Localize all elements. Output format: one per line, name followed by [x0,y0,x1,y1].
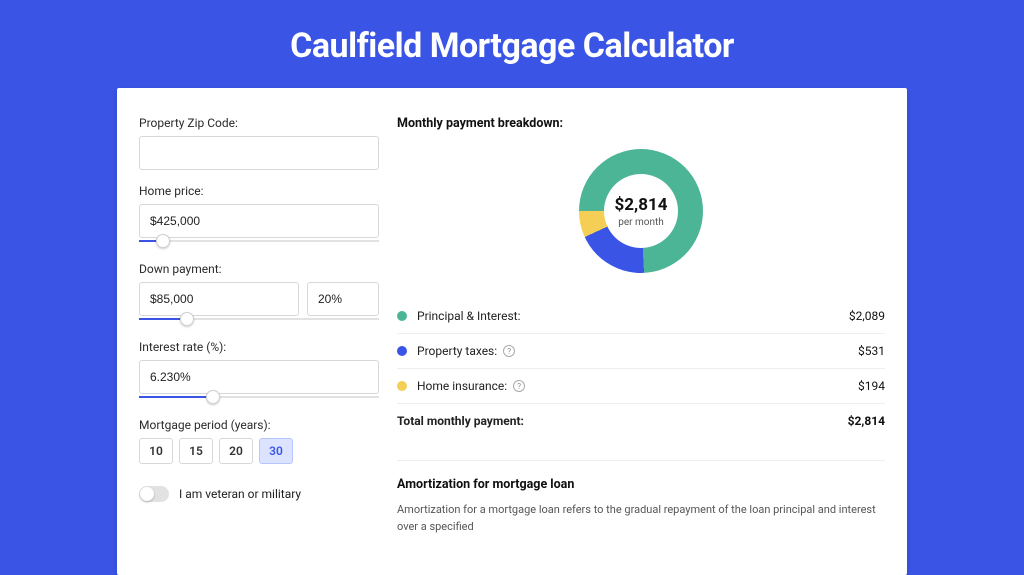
legend-dot [397,346,407,356]
total-value: $2,814 [848,414,885,428]
veteran-row: I am veteran or military [139,486,379,502]
breakdown-value: $194 [858,379,885,393]
period-label: Mortgage period (years): [139,418,379,432]
page-title: Caulfield Mortgage Calculator [0,0,1024,88]
interest-field: Interest rate (%): [139,340,379,404]
slider-thumb[interactable] [156,234,170,248]
zip-input[interactable] [139,136,379,170]
form-panel: Property Zip Code: Home price: Down paym… [139,116,379,535]
veteran-toggle[interactable] [139,486,169,502]
breakdown-label: Property taxes:? [417,344,858,358]
slider-line [139,240,379,242]
breakdown-row: Principal & Interest: $2,089 [397,299,885,333]
breakdown-value: $2,089 [849,309,885,323]
donut-center: $2,814 per month [604,174,678,248]
home-price-input[interactable] [139,204,379,238]
breakdown-title: Monthly payment breakdown: [397,116,885,131]
breakdown-row: Property taxes:?$531 [397,333,885,368]
legend-dot [397,311,407,321]
period-button-15[interactable]: 15 [179,438,213,464]
amortization-title: Amortization for mortgage loan [397,477,885,492]
help-icon[interactable]: ? [513,380,525,392]
down-payment-label: Down payment: [139,262,379,276]
period-button-20[interactable]: 20 [219,438,253,464]
donut-amount: $2,814 [615,195,668,215]
veteran-label: I am veteran or military [179,487,301,501]
breakdown-list: Principal & Interest: $2,089 Property taxe… [397,299,885,438]
interest-slider[interactable] [139,392,379,404]
zip-field: Property Zip Code: [139,116,379,170]
total-label: Total monthly payment: [397,414,848,428]
breakdown-label-text: Principal & Interest: [417,309,521,323]
donut-chart: $2,814 per month [579,149,703,273]
amortization-text: Amortization for a mortgage loan refers … [397,502,885,535]
breakdown-total-row: Total monthly payment:$2,814 [397,403,885,438]
interest-input[interactable] [139,360,379,394]
help-icon[interactable]: ? [503,345,515,357]
down-payment-slider[interactable] [139,314,379,326]
calculator-card: Property Zip Code: Home price: Down paym… [117,88,907,575]
breakdown-panel: Monthly payment breakdown: $2,814 per mo… [397,116,885,535]
donut-sub: per month [618,217,664,228]
zip-label: Property Zip Code: [139,116,379,130]
home-price-label: Home price: [139,184,379,198]
breakdown-row: Home insurance:?$194 [397,368,885,403]
amortization-section: Amortization for mortgage loan Amortizat… [397,460,885,535]
slider-thumb[interactable] [180,312,194,326]
slider-line [139,318,379,320]
interest-label: Interest rate (%): [139,340,379,354]
down-payment-field: Down payment: [139,262,379,326]
donut-wrap: $2,814 per month [397,143,885,291]
home-price-slider[interactable] [139,236,379,248]
down-payment-pct-input[interactable] [307,282,379,316]
legend-dot [397,381,407,391]
home-price-field: Home price: [139,184,379,248]
breakdown-value: $531 [858,344,885,358]
slider-line [139,396,379,398]
period-button-10[interactable]: 10 [139,438,173,464]
breakdown-label-text: Property taxes: [417,344,497,358]
breakdown-label: Home insurance:? [417,379,858,393]
period-field: Mortgage period (years): 10152030 [139,418,379,464]
down-payment-amount-input[interactable] [139,282,299,316]
breakdown-label: Principal & Interest: [417,309,849,323]
breakdown-label-text: Home insurance: [417,379,507,393]
period-button-30[interactable]: 30 [259,438,293,464]
slider-thumb[interactable] [206,390,220,404]
